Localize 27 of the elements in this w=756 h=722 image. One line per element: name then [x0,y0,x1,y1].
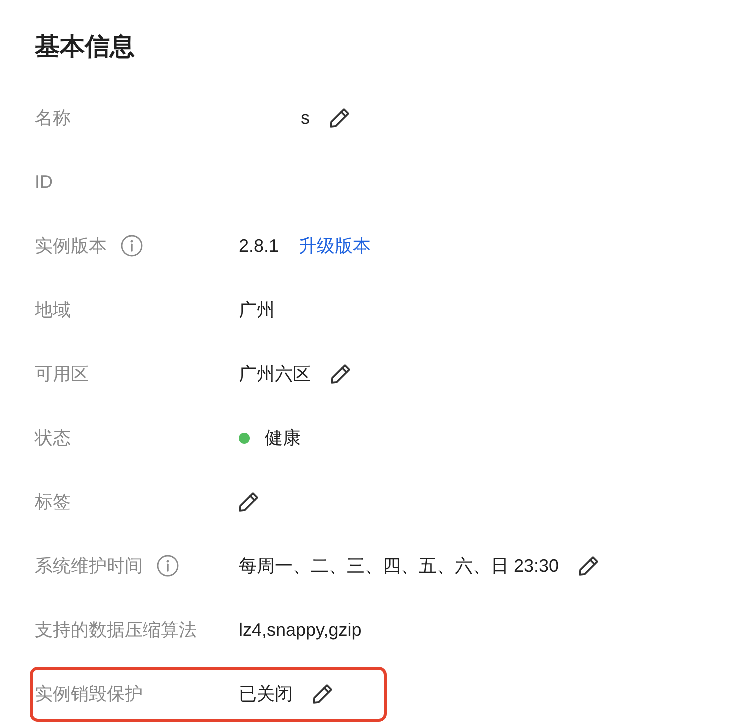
pencil-icon[interactable] [579,556,600,576]
field-label: 状态 [35,427,71,450]
pencil-icon[interactable] [239,492,259,512]
info-icon[interactable] [121,235,143,257]
upgrade-link[interactable]: 升级版本 [299,234,372,258]
field-label: 实例销毁保护 [35,683,143,706]
field-value: 2.8.1 [239,235,280,258]
field-label: 可用区 [35,363,89,386]
field-label: 名称 [35,107,71,130]
field-label: 支持的数据压缩算法 [35,619,197,642]
field-value: 广州六区 [239,363,311,386]
section-title: 基本信息 [35,32,135,63]
status-text: 健康 [265,427,301,450]
pencil-icon[interactable] [331,364,351,384]
field-value: s [301,107,310,130]
field-value: 广州 [239,299,275,322]
info-icon[interactable] [157,555,179,577]
pencil-icon[interactable] [330,108,350,128]
field-label: 地域 [35,299,71,322]
field-value: lz4,snappy,gzip [239,619,362,642]
field-label: 实例版本 [35,235,107,258]
field-value: 已关闭 [239,683,293,706]
pencil-icon[interactable] [313,684,333,704]
field-value: 每周一、二、三、四、五、六、日 23:30 [239,555,560,578]
field-label: 标签 [35,491,71,514]
field-label: ID [35,171,53,194]
field-label: 系统维护时间 [35,555,143,578]
